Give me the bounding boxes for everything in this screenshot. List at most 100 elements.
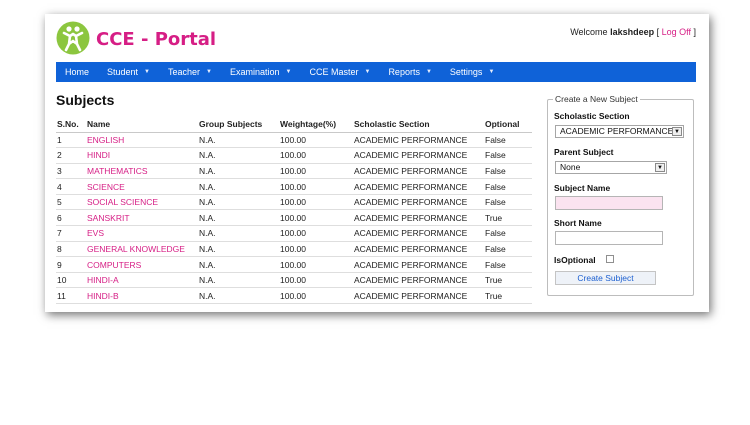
table-header-row: S.No. Name Group Subjects Weightage(%) S…	[56, 116, 532, 133]
panel-legend: Create a New Subject	[553, 94, 640, 104]
cell-sno: 5	[56, 194, 86, 211]
subject-name-label: Subject Name	[554, 183, 611, 193]
column-header: Group Subjects	[198, 116, 279, 133]
nav-student[interactable]: Student ▼	[98, 62, 159, 82]
parent-subject-select[interactable]: None ▼	[555, 161, 667, 174]
cell-name[interactable]: GENERAL KNOWLEDGE	[86, 241, 198, 258]
cell-weightage: 100.00	[279, 225, 353, 242]
nav-reports[interactable]: Reports ▼	[379, 62, 440, 82]
cell-optional: False	[484, 241, 532, 258]
page-title: Subjects	[56, 92, 115, 108]
cell-name[interactable]: HINDI	[86, 147, 198, 164]
cell-group-subjects: N.A.	[198, 272, 279, 289]
table-row: 5 SOCIAL SCIENCE N.A. 100.00 ACADEMIC PERFOR…	[56, 194, 532, 211]
cell-group-subjects: N.A.	[198, 209, 279, 227]
cell-scholastic-section: ACADEMIC PERFORMANCE	[353, 163, 484, 180]
username: lakshdeep	[610, 27, 655, 37]
welcome-prefix: Welcome	[570, 27, 608, 37]
table-row: 4 SCIENCE N.A. 100.00 ACADEMIC PERFORMANCE Fa…	[56, 178, 532, 195]
table-row: 11 HINDI-B N.A. 100.00 ACADEMIC PERFORMANCE T…	[56, 287, 532, 305]
cell-optional: False	[484, 256, 532, 273]
cell-weightage: 100.00	[279, 132, 353, 149]
cell-weightage: 100.00	[279, 209, 353, 227]
cell-optional: False	[484, 178, 532, 195]
cell-sno: 1	[56, 132, 86, 149]
short-name-label: Short Name	[554, 218, 602, 228]
cell-sno: 9	[56, 256, 86, 273]
table-row: 7 EVS N.A. 100.00 ACADEMIC PERFORMANCE False	[56, 225, 532, 242]
portal-window: CCE - Portal Welcome lakshdeep [ Log Off…	[45, 14, 709, 312]
main-nav: Home Student ▼ Teacher ▼ Examination ▼ C…	[56, 62, 696, 82]
column-header: S.No.	[56, 116, 86, 133]
cell-group-subjects: N.A.	[198, 194, 279, 211]
app-title: CCE - Portal	[96, 29, 217, 50]
cell-weightage: 100.00	[279, 256, 353, 273]
create-subject-button[interactable]: Create Subject	[555, 271, 656, 285]
short-name-input[interactable]	[555, 231, 663, 245]
cell-scholastic-section: ACADEMIC PERFORMANCE	[353, 147, 484, 164]
is-optional-checkbox[interactable]	[606, 255, 614, 263]
nav-examination-label: Examination	[229, 67, 280, 77]
cell-name[interactable]: HINDI-A	[86, 272, 198, 289]
cell-scholastic-section: ACADEMIC PERFORMANCE	[353, 225, 484, 242]
cell-name[interactable]: COMPUTERS	[86, 256, 198, 273]
cell-sno: 7	[56, 225, 86, 242]
cell-name[interactable]: MATHEMATICS	[86, 163, 198, 180]
nav-examination[interactable]: Examination ▼	[221, 62, 300, 82]
caret-down-icon: ▼	[488, 69, 495, 75]
cell-optional: False	[484, 163, 532, 180]
dropdown-arrow-icon[interactable]: ▼	[655, 163, 665, 172]
cell-scholastic-section: ACADEMIC PERFORMANCE	[353, 272, 484, 289]
nav-teacher[interactable]: Teacher ▼	[159, 62, 221, 82]
cell-scholastic-section: ACADEMIC PERFORMANCE	[353, 209, 484, 227]
scholastic-section-value: ACADEMIC PERFORMANCE	[560, 126, 674, 136]
log-off-link[interactable]: Log Off	[662, 27, 691, 37]
cell-name[interactable]: SOCIAL SCIENCE	[86, 194, 198, 211]
cell-optional: True	[484, 287, 532, 305]
nav-cce-master[interactable]: CCE Master ▼	[300, 62, 379, 82]
scholastic-section-label: Scholastic Section	[554, 111, 630, 121]
nav-settings-label: Settings	[449, 67, 483, 77]
cell-group-subjects: N.A.	[198, 178, 279, 195]
caret-down-icon: ▼	[144, 69, 150, 75]
cell-sno: 10	[56, 272, 86, 289]
cell-name[interactable]: SCIENCE	[86, 178, 198, 195]
cell-weightage: 100.00	[279, 272, 353, 289]
dropdown-arrow-icon[interactable]: ▼	[672, 127, 682, 136]
cell-scholastic-section: ACADEMIC PERFORMANCE	[353, 241, 484, 258]
parent-subject-value: None	[560, 162, 581, 172]
subjects-table: S.No. Name Group Subjects Weightage(%) S…	[56, 116, 532, 305]
caret-down-icon: ▼	[285, 69, 292, 75]
cell-sno: 3	[56, 163, 86, 180]
cell-group-subjects: N.A.	[198, 256, 279, 273]
nav-settings[interactable]: Settings ▼	[441, 62, 503, 82]
subjects-table-body: 1 ENGLISH N.A. 100.00 ACADEMIC PERFORMANCE Fa…	[56, 132, 532, 305]
table-row: 3 MATHEMATICS N.A. 100.00 ACADEMIC PERFORMAN…	[56, 163, 532, 180]
cell-optional: True	[484, 209, 532, 227]
cell-weightage: 100.00	[279, 194, 353, 211]
cell-group-subjects: N.A.	[198, 163, 279, 180]
subject-name-input[interactable]	[555, 196, 663, 210]
cell-name[interactable]: EVS	[86, 225, 198, 242]
nav-student-label: Student	[107, 67, 139, 77]
caret-down-icon: ▼	[364, 69, 371, 75]
cell-sno: 6	[56, 209, 86, 227]
nav-home[interactable]: Home	[56, 62, 98, 82]
cell-group-subjects: N.A.	[198, 287, 279, 305]
table-row: 2 HINDI N.A. 100.00 ACADEMIC PERFORMANCE Fals…	[56, 147, 532, 164]
cell-name[interactable]: HINDI-B	[86, 287, 198, 305]
cell-group-subjects: N.A.	[198, 225, 279, 242]
caret-down-icon: ▼	[425, 69, 432, 75]
cell-scholastic-section: ACADEMIC PERFORMANCE	[353, 256, 484, 273]
cell-sno: 11	[56, 287, 86, 305]
cell-sno: 4	[56, 178, 86, 195]
scholastic-section-select[interactable]: ACADEMIC PERFORMANCE ▼	[555, 125, 684, 138]
cell-name[interactable]: SANSKRIT	[86, 209, 198, 227]
table-row: 8 GENERAL KNOWLEDGE N.A. 100.00 ACADEMIC PER…	[56, 241, 532, 258]
cell-weightage: 100.00	[279, 163, 353, 180]
parent-subject-label: Parent Subject	[554, 147, 614, 157]
cell-weightage: 100.00	[279, 147, 353, 164]
column-header: Optional	[484, 116, 532, 133]
cell-name[interactable]: ENGLISH	[86, 132, 198, 149]
table-row: 9 COMPUTERS N.A. 100.00 ACADEMIC PERFORMANCE…	[56, 256, 532, 273]
